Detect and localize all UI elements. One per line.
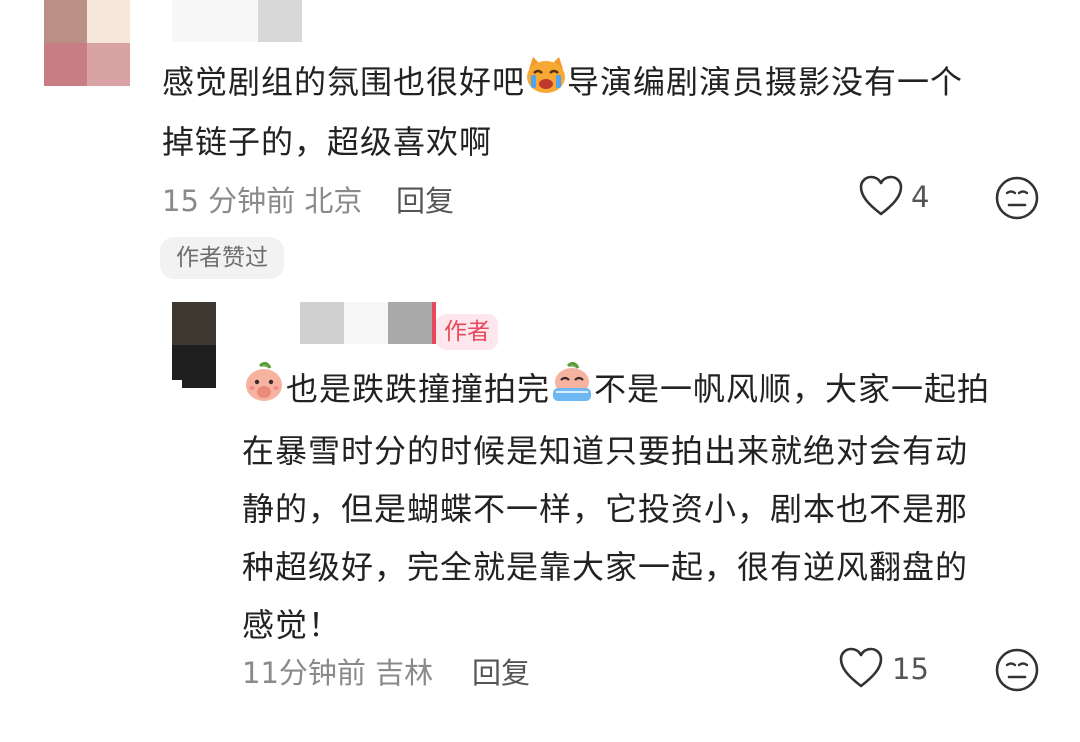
reply-location: 吉林	[375, 656, 434, 690]
comment-location: 北京	[304, 184, 363, 218]
peach-shy-icon	[242, 360, 286, 422]
neutral-face-icon	[995, 176, 1039, 220]
reply-like-button[interactable]	[838, 646, 886, 694]
comment-text: 感觉剧组的氛围也很好吧 导演编剧演员摄影没有一个 掉链子的，超级喜欢啊	[162, 53, 963, 171]
reply-username[interactable]	[300, 302, 436, 344]
reply-reply-button[interactable]: 回复	[472, 650, 530, 692]
reply-button[interactable]: 回复	[396, 178, 454, 220]
like-count: 4	[911, 180, 930, 214]
reply-time: 11分钟前 吉林	[242, 656, 434, 690]
like-button[interactable]	[858, 174, 906, 222]
reply-dislike-button[interactable]	[994, 647, 1040, 693]
reply-like-count: 15	[892, 652, 929, 686]
crying-face-icon	[550, 360, 594, 422]
author-liked-badge: 作者赞过	[160, 237, 284, 279]
reply-avatar[interactable]	[172, 302, 216, 388]
author-badge: 作者	[436, 314, 498, 350]
heart-icon	[839, 647, 883, 688]
dislike-button[interactable]	[994, 175, 1040, 221]
cat-tears-icon	[525, 55, 567, 113]
reply-text: 也是跌跌撞撞拍完 不是一帆风顺，大家一起拍 在暴雪时分的时候是知道只要拍出来就绝…	[242, 360, 990, 654]
comment-avatar[interactable]	[44, 0, 130, 86]
comment-username[interactable]	[172, 0, 302, 42]
heart-icon	[859, 175, 903, 216]
neutral-face-icon	[995, 648, 1039, 692]
comment-time: 15 分钟前 北京	[162, 184, 363, 218]
